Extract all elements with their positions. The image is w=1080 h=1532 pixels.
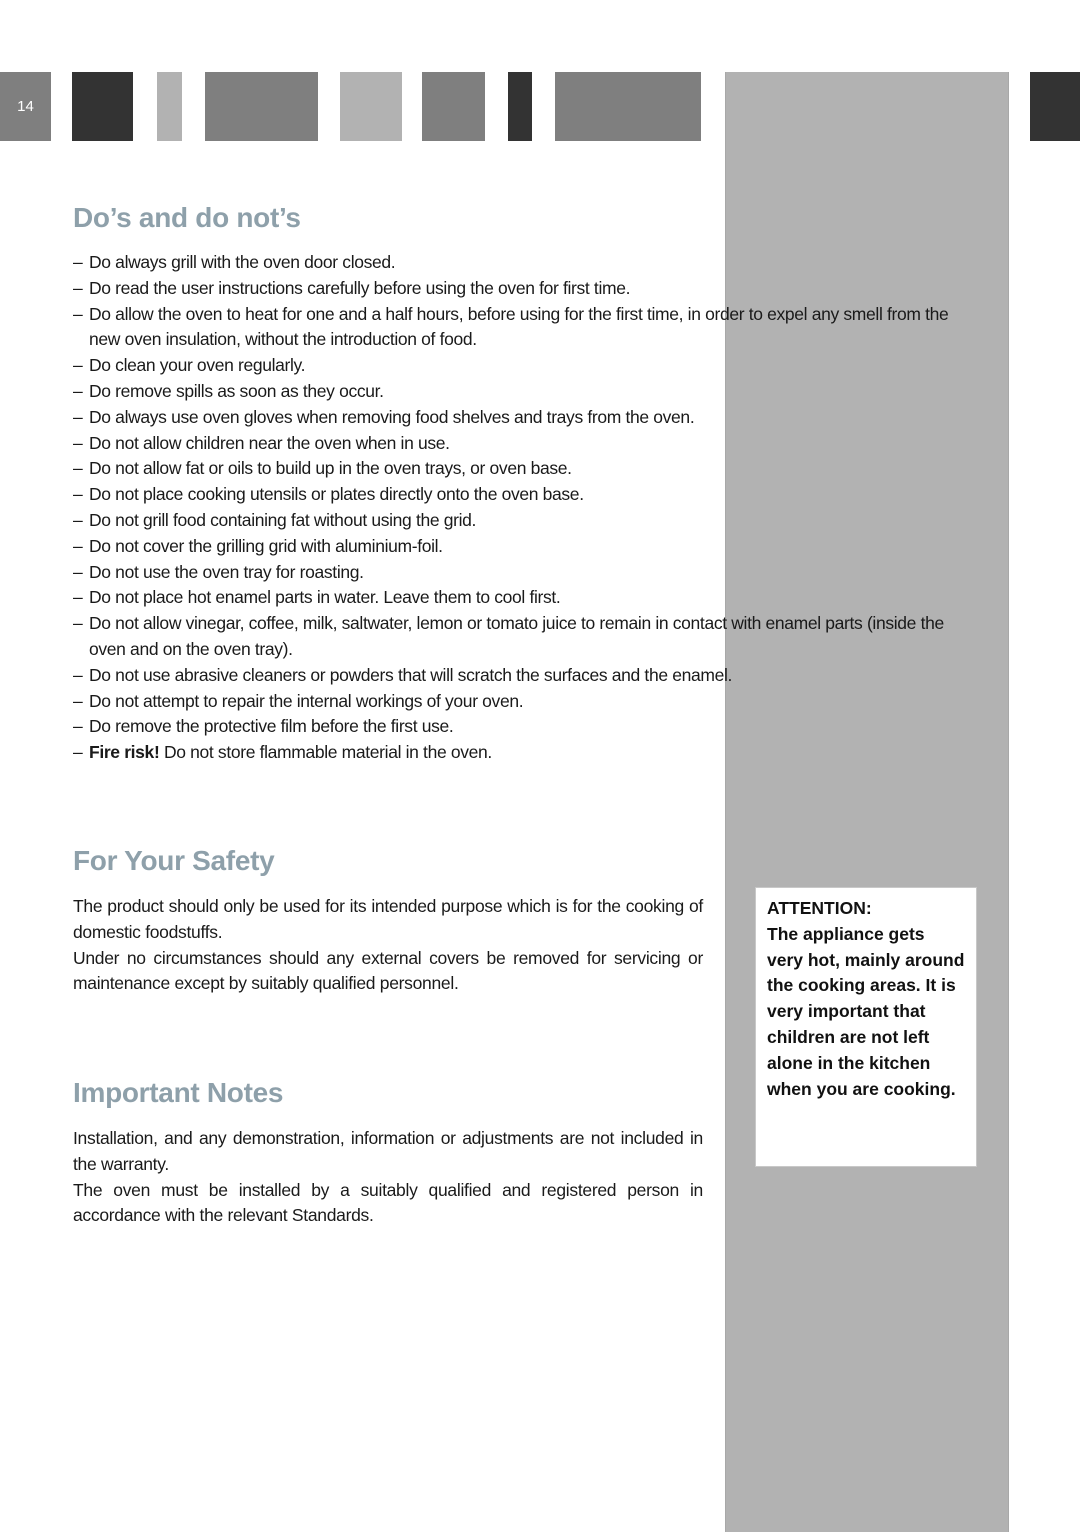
- notes-heading: Important Notes: [73, 1077, 284, 1108]
- page-number: 14: [17, 98, 34, 115]
- dos-item-text: Do not use the oven tray for roasting.: [89, 561, 364, 582]
- dos-item-text: Do always grill with the oven door close…: [89, 252, 396, 272]
- bullet-dash: –: [73, 742, 83, 763]
- dos-item-text: Do not allow children near the oven when…: [89, 432, 450, 453]
- bullet-dash: –: [73, 380, 83, 401]
- dos-item-text: Do not attempt to repair the internal wo…: [89, 690, 524, 711]
- page-number-block: 14: [0, 72, 51, 141]
- dos-item-text: Do not cover the grilling grid with alum…: [89, 535, 443, 556]
- attention-label: ATTENTION:: [767, 898, 872, 918]
- dos-heading: Do’s and do not’s: [73, 202, 301, 233]
- dos-list-item: – Do always grill with the oven door clos…: [73, 250, 953, 276]
- dos-item-text: Do always use oven gloves when removing …: [89, 406, 695, 427]
- dos-list-item: – Do remove spills as soon as they occur.: [73, 379, 953, 405]
- dos-list-item: – Do clean your oven regularly.: [73, 353, 953, 379]
- dos-item-text: Do not allow vinegar, coffee, milk, salt…: [89, 613, 944, 659]
- dos-item-text: Do not place cooking utensils or plates …: [89, 484, 584, 505]
- header-block: [205, 72, 318, 141]
- dos-item-text: Do remove spills as soon as they occur.: [89, 380, 384, 401]
- notes-text: Installation, and any demonstration, inf…: [73, 1126, 703, 1229]
- bullet-dash: –: [73, 406, 83, 427]
- bullet-dash: –: [73, 587, 83, 608]
- bullet-dash: –: [73, 716, 83, 737]
- header-block: [72, 72, 133, 141]
- attention-text: The appliance gets very hot, mainly arou…: [767, 923, 965, 1099]
- bullet-dash: –: [73, 277, 83, 298]
- bullet-dash: –: [73, 484, 83, 505]
- dos-item-text: Do not place hot enamel parts in water. …: [89, 587, 561, 608]
- dos-list-item: – Do read the user instructions carefully…: [73, 276, 953, 302]
- dos-list-item: – Do always use oven gloves when removing…: [73, 405, 953, 431]
- dos-item-text: Do not allow fat or oils to build up in …: [89, 458, 572, 479]
- notes-paragraph: Installation, and any demonstration, inf…: [73, 1128, 703, 1174]
- dos-list: – Do always grill with the oven door clos…: [73, 250, 953, 766]
- header-block: [555, 72, 701, 141]
- dos-item-text: Do not store flammable material in the o…: [159, 742, 492, 763]
- dos-list-item: – Do not attempt to repair the internal w…: [73, 689, 953, 715]
- safety-heading: For Your Safety: [73, 845, 275, 876]
- header-block: [422, 72, 485, 141]
- attention-box: ATTENTION: The appliance gets very hot, …: [755, 887, 977, 1167]
- dos-item-text: Do not use abrasive cleaners or powders …: [89, 664, 733, 685]
- bullet-dash: –: [73, 252, 83, 272]
- bullet-dash: –: [73, 509, 83, 530]
- bullet-dash: –: [73, 613, 83, 634]
- dos-list-item: – Do not allow fat or oils to build up in…: [73, 456, 953, 482]
- dos-list-item: – Do remove the protective film before th…: [73, 714, 953, 740]
- bullet-dash: –: [73, 303, 83, 324]
- safety-text: The product should only be used for its …: [73, 894, 703, 997]
- bullet-dash: –: [73, 690, 83, 711]
- dos-list-item: – Fire risk! Do not store flammable mater…: [73, 740, 953, 766]
- dos-list-item: – Do not use abrasive cleaners or powders…: [73, 663, 953, 689]
- dos-list-item: – Do not use the oven tray for roasting.: [73, 560, 953, 586]
- dos-item-emphasis: Fire risk!: [89, 742, 160, 763]
- bullet-dash: –: [73, 355, 83, 376]
- dos-list-item: – Do not place cooking utensils or plates…: [73, 482, 953, 508]
- safety-paragraph: The product should only be used for its …: [73, 896, 703, 942]
- bullet-dash: –: [73, 432, 83, 453]
- dos-list-item: – Do not allow children near the oven whe…: [73, 431, 953, 457]
- dos-item-text: Do not grill food containing fat without…: [89, 509, 477, 530]
- header-block: [508, 72, 532, 141]
- dos-item-text: Do remove the protective film before the…: [89, 716, 454, 737]
- notes-paragraph: The oven must be installed by a suitably…: [73, 1179, 703, 1226]
- bullet-dash: –: [73, 561, 83, 582]
- dos-item-text: Do read the user instructions carefully …: [89, 277, 631, 298]
- dos-list-item: – Do not place hot enamel parts in water.…: [73, 585, 953, 611]
- safety-paragraph: Under no circumstances should any extern…: [73, 947, 703, 994]
- dos-list-item: – Do not grill food containing fat withou…: [73, 508, 953, 534]
- header-block: [157, 72, 182, 141]
- dos-list-item: – Do not cover the grilling grid with alu…: [73, 534, 953, 560]
- bullet-dash: –: [73, 664, 83, 685]
- dos-list-item: – Do allow the oven to heat for one and a…: [73, 302, 953, 354]
- dos-list-item: – Do not allow vinegar, coffee, milk, sal…: [73, 611, 953, 663]
- header-block: [340, 72, 402, 141]
- header-block: [1030, 72, 1080, 141]
- dos-item-text: Do clean your oven regularly.: [89, 355, 306, 376]
- dos-item-text: Do allow the oven to heat for one and a …: [89, 303, 949, 350]
- bullet-dash: –: [73, 535, 83, 556]
- bullet-dash: –: [73, 458, 83, 479]
